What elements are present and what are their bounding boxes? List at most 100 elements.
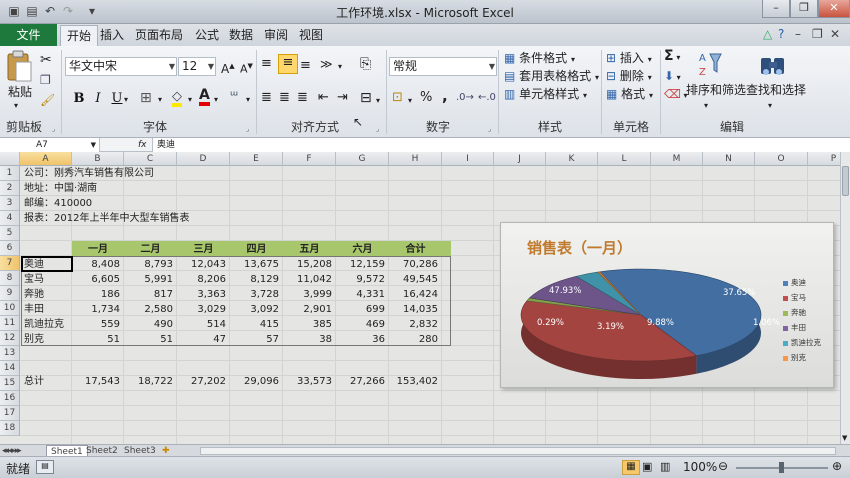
row-header[interactable]: 9 (0, 286, 20, 301)
table-value-cell[interactable]: 51 (72, 332, 120, 347)
vertical-scrollbar[interactable]: ▼ (840, 152, 850, 444)
brand-name-cell[interactable]: 别克 (24, 332, 44, 347)
table-value-cell[interactable]: 2,901 (283, 302, 332, 317)
select-all-corner[interactable] (0, 152, 20, 166)
table-value-cell[interactable]: 8,793 (124, 257, 173, 272)
column-header[interactable]: P (808, 152, 840, 166)
normal-view-icon[interactable]: ▦ (622, 460, 640, 475)
column-header[interactable]: N (703, 152, 755, 166)
column-header[interactable]: J (494, 152, 546, 166)
grow-font-button[interactable]: A▲ (221, 58, 235, 77)
format-painter-icon[interactable]: 🖌 (40, 92, 55, 108)
doc-close-icon[interactable]: ✕ (830, 27, 840, 41)
table-value-cell[interactable]: 38 (283, 332, 332, 347)
table-value-cell[interactable]: 186 (72, 287, 120, 302)
horizontal-scrollbar[interactable] (200, 447, 836, 455)
column-header[interactable]: F (283, 152, 336, 166)
tab-home[interactable]: 开始 (60, 25, 99, 46)
format-cells-button[interactable]: ▦ 格式 ▾ (606, 86, 653, 104)
table-value-cell[interactable]: 70,286 (389, 257, 438, 272)
insert-cells-button[interactable]: ⊞ 插入 ▾ (606, 50, 652, 68)
chevron-down-icon[interactable]: ▼ (489, 58, 495, 75)
column-header[interactable]: H (389, 152, 442, 166)
phonetic-icon[interactable]: ᵚ (230, 89, 238, 105)
table-value-cell[interactable]: 11,042 (283, 272, 332, 287)
table-value-cell[interactable]: 15,208 (283, 257, 332, 272)
format-as-table-button[interactable]: ▤ 套用表格格式 ▾ (504, 68, 599, 86)
zoom-in-icon[interactable]: ⊕ (832, 459, 842, 473)
font-launcher-icon[interactable]: ⌟ (246, 121, 249, 137)
number-launcher-icon[interactable]: ⌟ (488, 121, 491, 137)
bold-button[interactable]: B (70, 90, 88, 108)
cut-icon[interactable]: ✂ (40, 52, 52, 68)
zoom-out-icon[interactable]: ⊖ (718, 459, 728, 473)
table-value-cell[interactable]: 817 (124, 287, 173, 302)
column-header[interactable]: E (230, 152, 283, 166)
row-header[interactable]: 3 (0, 196, 20, 211)
table-value-cell[interactable]: 280 (389, 332, 438, 347)
decrease-indent-icon[interactable]: ⇤ (318, 90, 329, 106)
find-select-label[interactable]: 查找和选择 (746, 82, 806, 98)
brand-name-cell[interactable]: 奔驰 (24, 287, 44, 302)
table-value-cell[interactable]: 559 (72, 317, 120, 332)
column-header[interactable]: C (124, 152, 177, 166)
row-header[interactable]: 4 (0, 211, 20, 226)
table-value-cell[interactable]: 14,035 (389, 302, 438, 317)
table-value-cell[interactable]: 51 (124, 332, 173, 347)
row-header[interactable]: 17 (0, 406, 20, 421)
row-header[interactable]: 14 (0, 361, 20, 376)
tab-data[interactable]: 数据 (229, 27, 253, 43)
phonetic-dropdown-icon[interactable]: ▾ (246, 92, 250, 108)
sort-filter-icon[interactable]: A Z (698, 50, 722, 78)
tab-page-layout[interactable]: 页面布局 (135, 27, 183, 43)
border-icon[interactable]: ⊞ (140, 90, 152, 106)
table-value-cell[interactable]: 12,043 (177, 257, 226, 272)
table-value-cell[interactable]: 8,408 (72, 257, 120, 272)
table-value-cell[interactable]: 8,206 (177, 272, 226, 287)
column-header[interactable]: O (755, 152, 808, 166)
table-value-cell[interactable]: 490 (124, 317, 173, 332)
total-value-cell[interactable]: 27,266 (336, 374, 385, 389)
brand-name-cell[interactable]: 凯迪拉克 (24, 317, 64, 332)
align-center-icon[interactable]: ≣ (279, 90, 290, 106)
delete-cells-button[interactable]: ⊟ 删除 ▾ (606, 68, 652, 86)
shrink-font-button[interactable]: A▼ (240, 58, 253, 78)
tab-view[interactable]: 视图 (299, 27, 323, 43)
name-box[interactable]: A7 ▼ (0, 138, 100, 152)
row-header[interactable]: 7 (0, 256, 20, 271)
help-icon[interactable]: ? (778, 27, 784, 41)
orientation-dropdown-icon[interactable]: ▾ (338, 59, 342, 75)
table-value-cell[interactable]: 49,545 (389, 272, 438, 287)
sort-dropdown-icon[interactable]: ▾ (704, 98, 708, 114)
row-header[interactable]: 6 (0, 241, 20, 256)
doc-minimize-icon[interactable]: – (795, 27, 801, 41)
tab-insert[interactable]: 插入 (100, 27, 124, 43)
percent-button[interactable]: % (420, 90, 432, 106)
table-value-cell[interactable]: 3,999 (283, 287, 332, 302)
table-value-cell[interactable]: 4,331 (336, 287, 385, 302)
chevron-down-icon[interactable]: ▼ (169, 58, 175, 75)
table-value-cell[interactable]: 2,580 (124, 302, 173, 317)
doc-restore-icon[interactable]: ❐ (812, 27, 823, 41)
accounting-dropdown-icon[interactable]: ▾ (408, 93, 412, 109)
restore-button[interactable]: ❐ (790, 0, 818, 18)
column-header[interactable]: G (336, 152, 389, 166)
align-bottom-icon[interactable]: ≡ (300, 58, 311, 74)
total-value-cell[interactable]: 29,096 (230, 374, 279, 389)
tab-formulas[interactable]: 公式 (195, 27, 219, 43)
sort-filter-label[interactable]: 排序和筛选 (686, 82, 746, 98)
table-value-cell[interactable]: 469 (336, 317, 385, 332)
zoom-level[interactable]: 100% (683, 460, 717, 474)
row-header[interactable]: 10 (0, 301, 20, 316)
row-header[interactable]: 16 (0, 391, 20, 406)
cell-styles-button[interactable]: ▥ 单元格样式 ▾ (504, 86, 587, 104)
fill-icon[interactable]: ⬇ ▾ (664, 68, 681, 86)
table-value-cell[interactable]: 36 (336, 332, 385, 347)
page-break-view-icon[interactable]: ▥ (660, 460, 670, 473)
border-dropdown-icon[interactable]: ▾ (158, 92, 162, 108)
orientation-icon[interactable]: ≫ (320, 56, 333, 72)
clipboard-launcher-icon[interactable]: ⌟ (52, 121, 55, 137)
paste-icon[interactable] (5, 50, 33, 84)
find-dropdown-icon[interactable]: ▾ (768, 98, 772, 114)
table-value-cell[interactable]: 3,029 (177, 302, 226, 317)
